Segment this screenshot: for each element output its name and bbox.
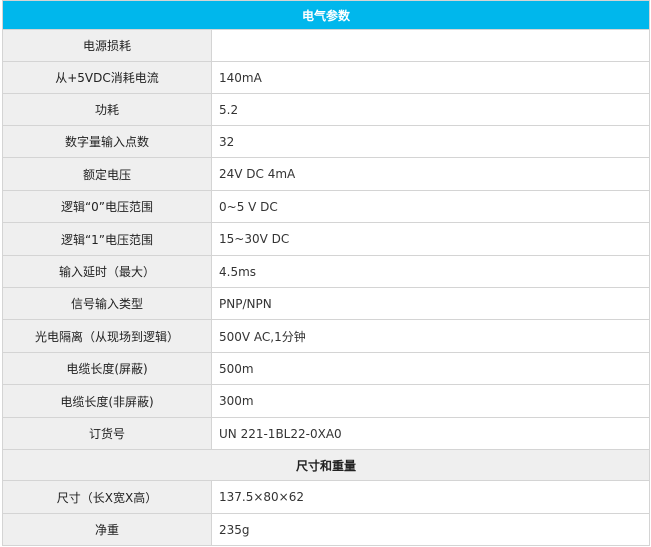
row-label: 逻辑“1”电压范围: [2, 222, 212, 256]
row-label: 电缆长度(屏蔽): [2, 352, 212, 385]
table-row: 电缆长度(屏蔽) 500m: [2, 352, 651, 385]
table-row: 输入延时（最大） 4.5ms: [2, 255, 651, 288]
row-value: 500m: [210, 352, 651, 385]
row-label: 净重: [2, 513, 212, 546]
row-value: 32: [210, 125, 651, 158]
row-label: 额定电压: [2, 157, 212, 191]
row-value: 235g: [210, 513, 651, 546]
row-value: 5.2: [210, 93, 651, 126]
row-label: 光电隔离（从现场到逻辑）: [2, 319, 212, 353]
row-value: 24V DC 4mA: [210, 157, 651, 191]
row-value: 137.5×80×62: [210, 480, 651, 514]
table-row: 逻辑“1”电压范围 15~30V DC: [2, 222, 651, 256]
row-value: [210, 29, 651, 62]
table-row: 电源损耗: [2, 29, 651, 62]
row-label: 逻辑“0”电压范围: [2, 190, 212, 223]
row-label: 电源损耗: [2, 29, 212, 62]
row-value: PNP/NPN: [210, 287, 651, 320]
table-row: 功耗 5.2: [2, 93, 651, 126]
row-value: 140mA: [210, 61, 651, 94]
table-row: 尺寸（长X宽X高） 137.5×80×62: [2, 480, 651, 514]
table-row: 电缆长度(非屏蔽) 300m: [2, 384, 651, 418]
row-value: 300m: [210, 384, 651, 418]
row-value: 500V AC,1分钟: [210, 319, 651, 353]
table-row: 信号输入类型 PNP/NPN: [2, 287, 651, 320]
row-label: 订货号: [2, 417, 212, 450]
row-label: 数字量输入点数: [2, 125, 212, 158]
row-label: 尺寸（长X宽X高）: [2, 480, 212, 514]
row-value: 4.5ms: [210, 255, 651, 288]
row-label: 信号输入类型: [2, 287, 212, 320]
table-row: 净重 235g: [2, 513, 651, 546]
row-label: 功耗: [2, 93, 212, 126]
section-header-dimensions: 尺寸和重量: [1, 449, 651, 481]
table-row: 逻辑“0”电压范围 0~5 V DC: [2, 190, 651, 223]
spec-table: 电气参数 电源损耗 从+5VDC消耗电流 140mA 功耗 5.2 数字量输入点…: [1, 0, 651, 546]
table-row: 从+5VDC消耗电流 140mA: [2, 61, 651, 94]
table-row: 订货号 UN 221-1BL22-0XA0: [2, 417, 651, 450]
table-header-row: 电气参数: [1, 0, 651, 30]
table-row: 数字量输入点数 32: [2, 125, 651, 158]
section-header-row: 尺寸和重量: [1, 449, 651, 481]
row-label: 输入延时（最大）: [2, 255, 212, 288]
row-label: 电缆长度(非屏蔽): [2, 384, 212, 418]
table-row: 额定电压 24V DC 4mA: [2, 157, 651, 191]
row-value: 0~5 V DC: [210, 190, 651, 223]
row-label: 从+5VDC消耗电流: [2, 61, 212, 94]
row-value: UN 221-1BL22-0XA0: [210, 417, 651, 450]
row-value: 15~30V DC: [210, 222, 651, 256]
section-header-electrical: 电气参数: [1, 0, 651, 30]
table-row: 光电隔离（从现场到逻辑） 500V AC,1分钟: [2, 319, 651, 353]
